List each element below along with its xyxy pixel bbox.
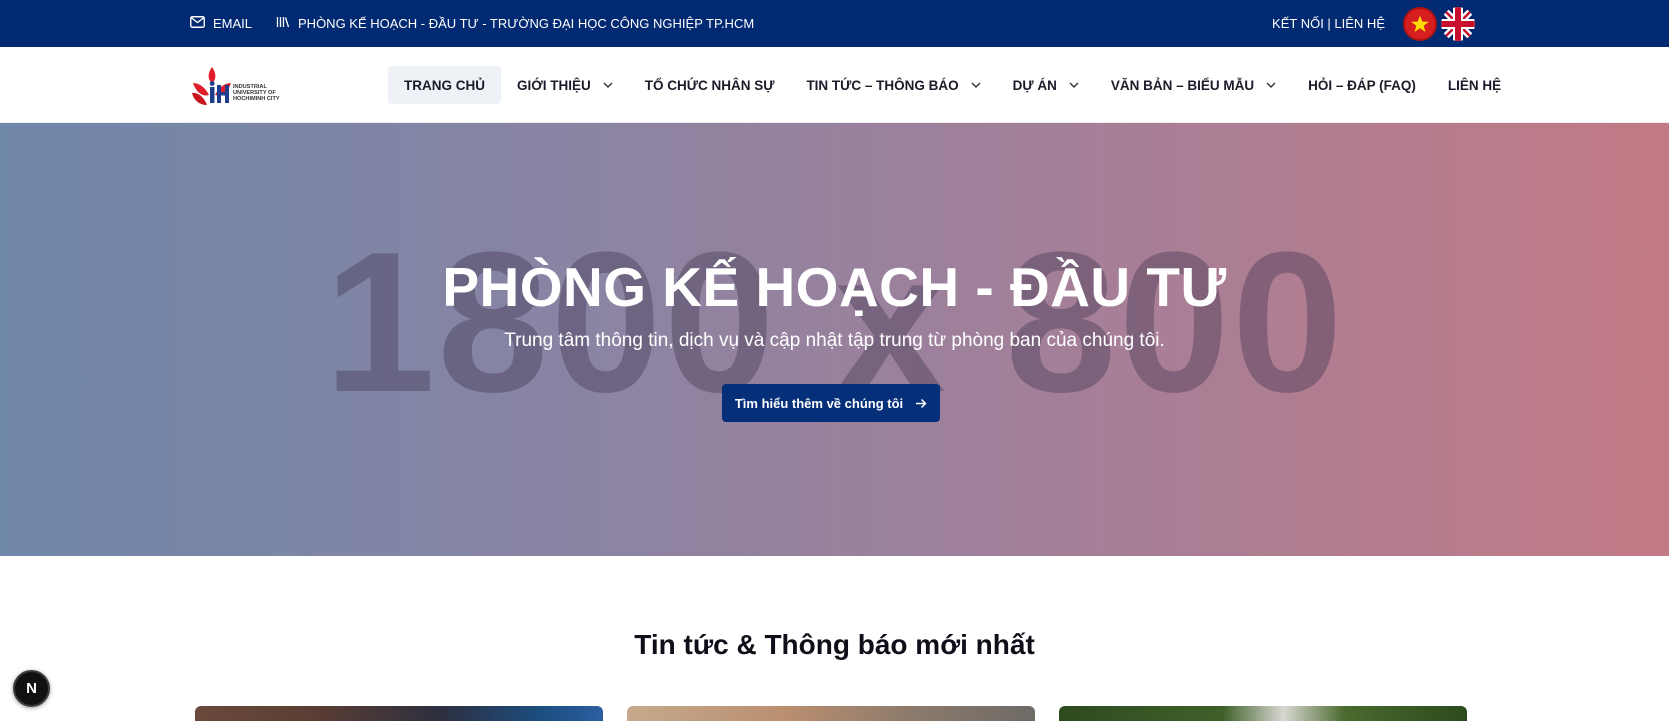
- nav-item-documents[interactable]: VĂN BẢN – BIỂU MẪU: [1095, 66, 1292, 104]
- chevron-down-icon: [971, 82, 981, 88]
- chevron-down-icon: [1266, 82, 1276, 88]
- vietnam-flag-icon[interactable]: [1403, 6, 1437, 41]
- nav-item-label: VĂN BẢN – BIỂU MẪU: [1110, 77, 1255, 93]
- nav-item-contact[interactable]: LIÊN HỆ: [1432, 66, 1517, 104]
- nav-item-label: TRANG CHỦ: [404, 77, 485, 93]
- department-label: PHÒNG KẾ HOẠCH - ĐẦU TƯ - TRƯỜNG ĐẠI HỌC…: [298, 16, 755, 31]
- university-logo[interactable]: INDUSTRIAL UNIVERSITY OF HOCHIMINH CITY: [190, 61, 292, 109]
- nav-item-projects[interactable]: DỰ ÁN: [997, 66, 1095, 104]
- top-bar: EMAIL PHÒNG KẾ HOẠCH - ĐẦU TƯ - TRƯỜNG Đ…: [0, 0, 1669, 47]
- uk-flag-icon[interactable]: [1441, 6, 1475, 41]
- nav-item-organization[interactable]: TỔ CHỨC NHÂN SỰ: [629, 66, 791, 104]
- nav-item-news[interactable]: TIN TỨC – THÔNG BÁO: [790, 66, 996, 104]
- nav-item-about[interactable]: GIỚI THIỆU: [501, 66, 629, 104]
- connect-link[interactable]: KẾT NỐI | LIÊN HỆ: [1272, 16, 1385, 31]
- logo-line-3: HOCHIMINH CITY: [233, 96, 280, 102]
- nav-item-home[interactable]: TRANG CHỦ: [388, 66, 501, 104]
- learn-more-button[interactable]: Tìm hiểu thêm về chúng tôi: [722, 384, 940, 422]
- nav-item-label: DỰ ÁN: [1012, 77, 1057, 93]
- main-nav: TRANG CHỦ GIỚI THIỆU TỔ CHỨC NHÂN SỰ TIN…: [388, 47, 1517, 123]
- news-card-image[interactable]: [627, 706, 1035, 721]
- nextjs-dev-badge[interactable]: N: [13, 670, 50, 707]
- chevron-down-icon: [603, 82, 613, 88]
- news-card-image[interactable]: [195, 706, 603, 721]
- hero-subtitle: Trung tâm thông tin, dịch vụ và cập nhật…: [504, 330, 1165, 351]
- email-link[interactable]: EMAIL: [190, 16, 252, 31]
- hero-title: PHÒNG KẾ HOẠCH - ĐẦU TƯ: [442, 256, 1227, 318]
- nav-item-faq[interactable]: HỎI – ĐÁP (FAQ): [1292, 66, 1432, 104]
- nav-item-label: TỔ CHỨC NHÂN SỰ: [644, 77, 775, 93]
- news-card-image[interactable]: [1059, 706, 1467, 721]
- badge-label: N: [26, 680, 37, 697]
- mail-icon: [190, 16, 213, 31]
- top-bar-left: EMAIL PHÒNG KẾ HOẠCH - ĐẦU TƯ - TRƯỜNG Đ…: [190, 0, 754, 47]
- nav-item-label: TIN TỨC – THÔNG BÁO: [806, 77, 959, 93]
- library-icon: [276, 16, 298, 31]
- nav-item-label: HỎI – ĐÁP (FAQ): [1308, 77, 1416, 93]
- chevron-down-icon: [1069, 82, 1079, 88]
- nav-item-label: GIỚI THIỆU: [517, 77, 591, 93]
- department-link[interactable]: PHÒNG KẾ HOẠCH - ĐẦU TƯ - TRƯỜNG ĐẠI HỌC…: [276, 16, 754, 31]
- arrow-right-icon: [915, 398, 927, 409]
- nav-item-label: LIÊN HỆ: [1447, 77, 1502, 93]
- news-section-title: Tin tức & Thông báo mới nhất: [634, 629, 1035, 660]
- hero-banner: 1800 x 800 PHÒNG KẾ HOẠCH - ĐẦU TƯ Trung…: [0, 123, 1669, 556]
- email-label: EMAIL: [213, 16, 253, 31]
- main-navbar: INDUSTRIAL UNIVERSITY OF HOCHIMINH CITY …: [0, 47, 1669, 123]
- learn-more-label: Tìm hiểu thêm về chúng tôi: [734, 395, 904, 411]
- top-bar-right: KẾT NỐI | LIÊN HỆ: [1272, 0, 1475, 47]
